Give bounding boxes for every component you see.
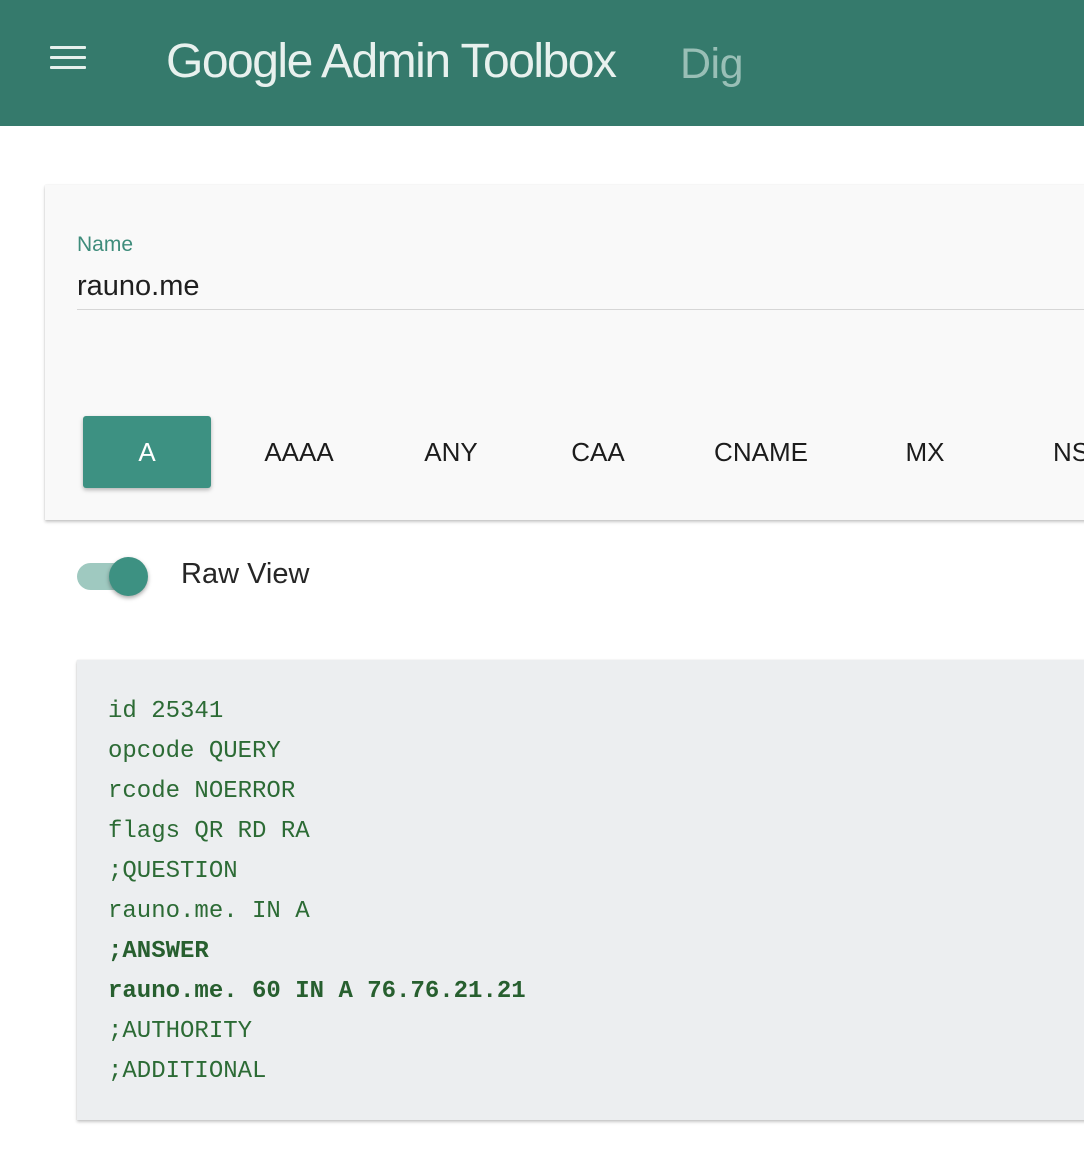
raw-view-label: Raw View — [181, 558, 310, 590]
record-type-aaaa-button[interactable]: AAAA — [237, 416, 361, 488]
response-answer-record: rauno.me. 60 IN A 76.76.21.21 — [108, 978, 526, 1005]
hamburger-menu-icon[interactable] — [50, 46, 86, 72]
toggle-thumb — [109, 557, 148, 596]
record-type-any-button[interactable]: ANY — [395, 416, 507, 488]
record-type-a-button[interactable]: A — [83, 416, 211, 488]
query-card: Name A AAAA ANY CAA CNAME MX NS — [45, 185, 1084, 520]
raw-view-toggle[interactable] — [77, 557, 149, 597]
response-section-question: ;QUESTION — [108, 858, 238, 885]
app-title: Google Admin Toolbox — [166, 35, 617, 88]
response-question-record: rauno.me. IN A — [108, 898, 310, 925]
raw-response-panel: id 25341 opcode QUERY rcode NOERROR flag… — [77, 660, 1084, 1120]
record-type-mx-button[interactable]: MX — [875, 416, 975, 488]
response-line-opcode: opcode QUERY — [108, 738, 281, 765]
response-line-rcode: rcode NOERROR — [108, 778, 296, 805]
response-line-id: id 25341 — [108, 698, 224, 725]
app-bar: Google Admin Toolbox Dig — [0, 0, 1084, 126]
record-type-cname-button[interactable]: CNAME — [697, 416, 825, 488]
record-type-ns-button[interactable]: NS — [1053, 416, 1084, 488]
record-type-caa-button[interactable]: CAA — [543, 416, 653, 488]
name-field-label: Name — [77, 233, 134, 256]
response-section-additional: ;ADDITIONAL — [108, 1058, 267, 1085]
response-section-authority: ;AUTHORITY — [108, 1018, 253, 1045]
name-input[interactable] — [77, 263, 1084, 310]
tool-name: Dig — [680, 40, 744, 88]
response-section-answer: ;ANSWER — [108, 938, 209, 965]
response-line-flags: flags QR RD RA — [108, 818, 310, 845]
